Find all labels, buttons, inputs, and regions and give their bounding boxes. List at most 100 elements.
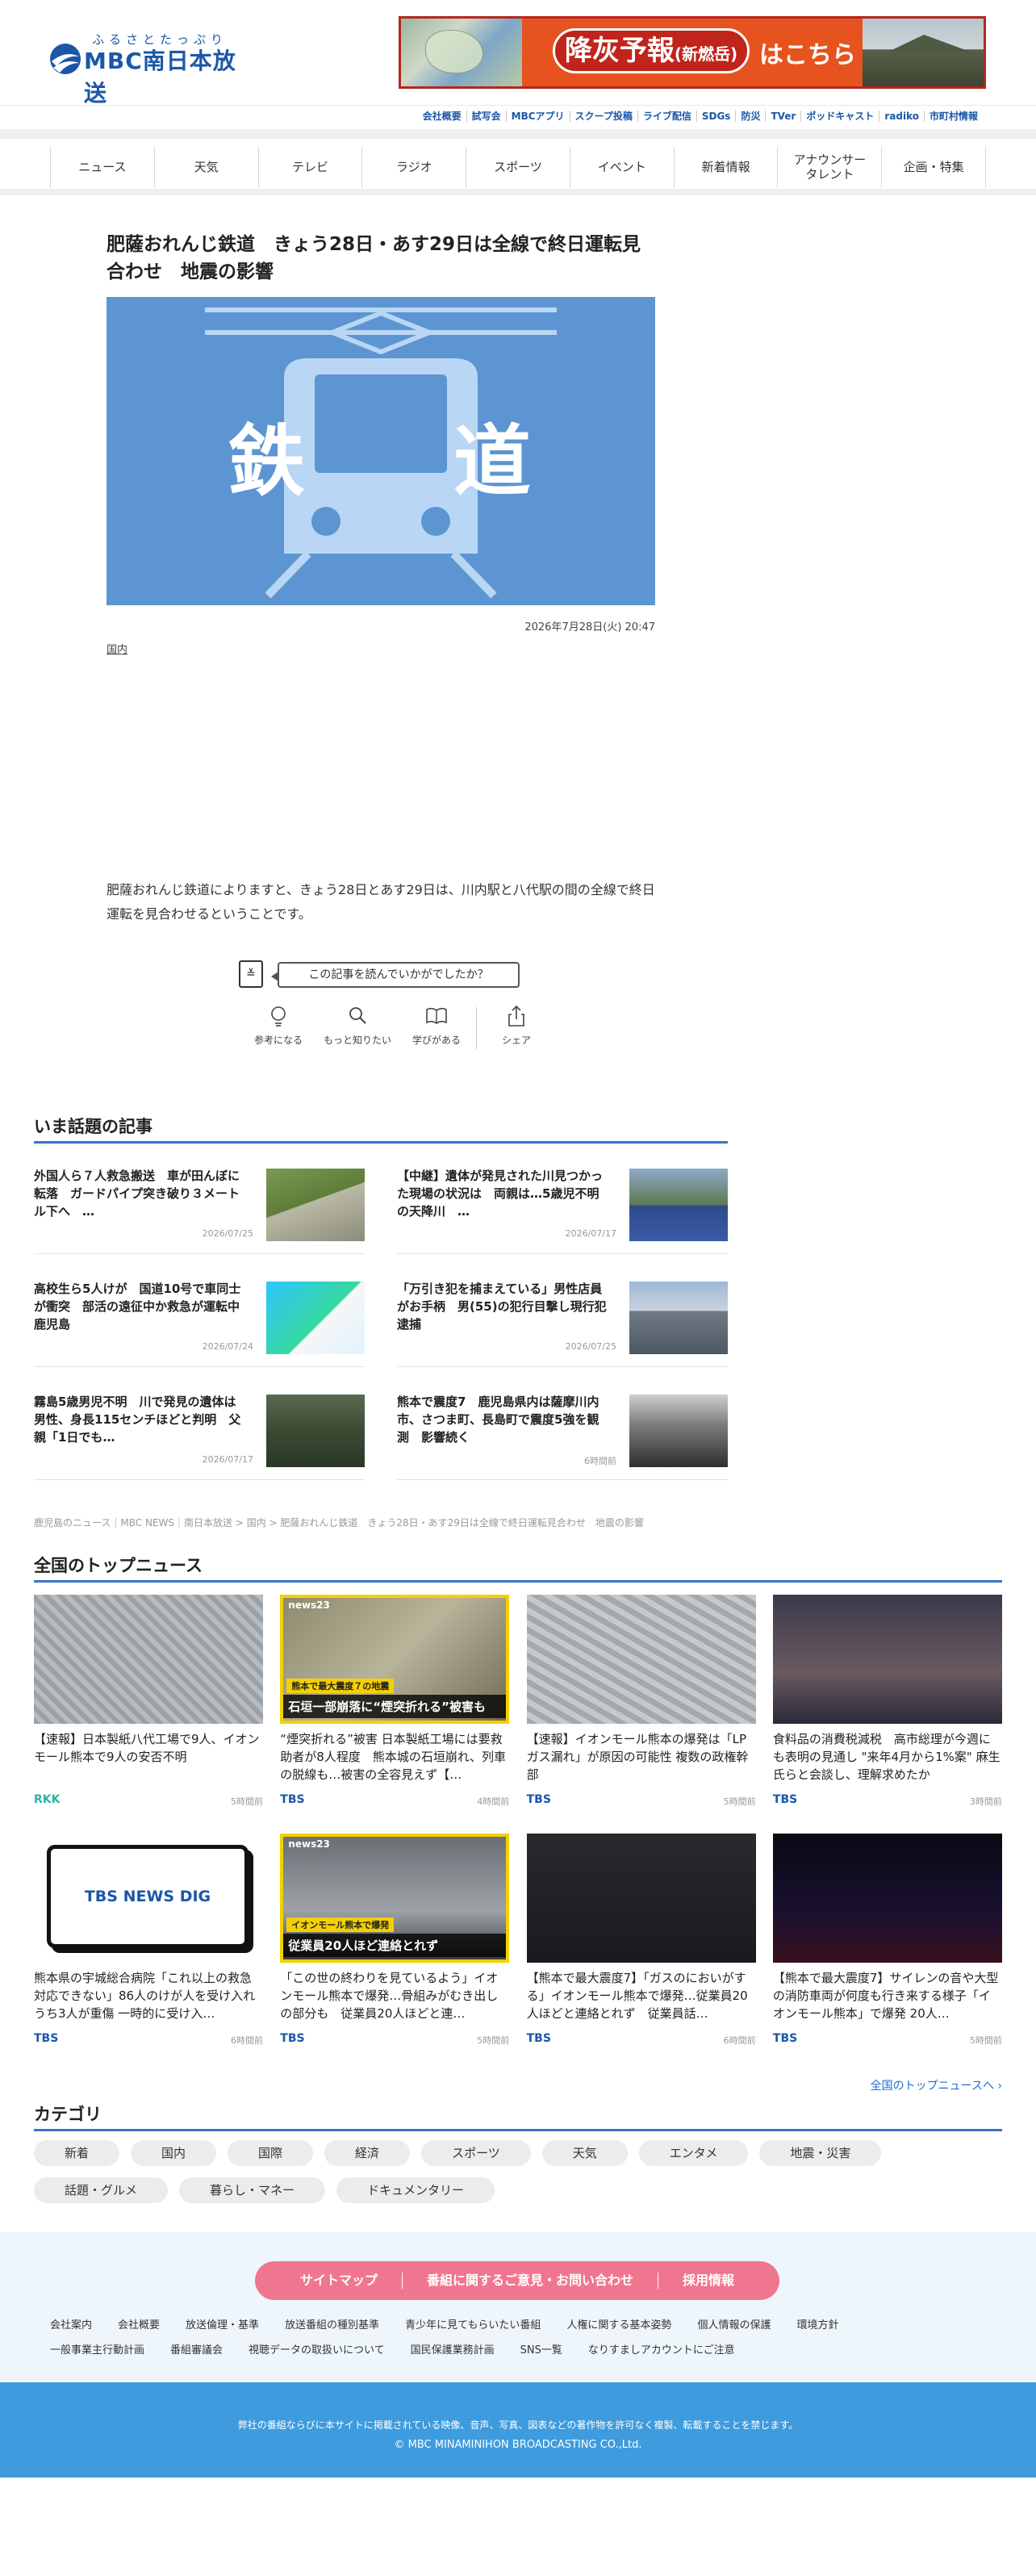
trending-item-date: 2026/07/17 <box>565 1228 616 1239</box>
news-thumb-badge: イオンモール熊本で爆発 <box>286 1917 395 1932</box>
global-nav-list: ニュース 天気 テレビ ラジオ スポーツ イベント 新着情報 アナウンサー タレント 企画・特集 <box>50 147 987 187</box>
footer-link[interactable]: なりすましアカウントにご注意 <box>588 2341 735 2356</box>
category-chip[interactable]: ドキュメンタリー <box>336 2177 495 2203</box>
footer-link[interactable]: SNS一覧 <box>520 2341 562 2356</box>
util-link[interactable]: 防災 <box>735 111 765 122</box>
footer-links-area: サイトマップ 番組に関するご意見・お問い合わせ 採用情報 会社案内 会社概要 放送倫理・… <box>0 2232 1036 2382</box>
util-link[interactable]: TVer <box>765 111 800 122</box>
news-thumb-badge: 熊本で最大震度７の地震 <box>286 1679 395 1693</box>
util-link[interactable]: 市町村情報 <box>923 111 983 122</box>
util-link[interactable]: 試写会 <box>466 111 506 122</box>
search-icon <box>349 1007 366 1024</box>
nav-item[interactable]: スポーツ <box>466 147 570 187</box>
util-link[interactable]: ライブ配信 <box>637 111 696 122</box>
topnews-title: 全国のトップニュース <box>34 1553 1002 1583</box>
footer-link[interactable]: 視聴データの取扱いについて <box>249 2341 385 2356</box>
article-title: 肥薩おれんじ鉄道 きょう28日・あす29日は全線で終日運転見合わせ 地震の影響 <box>107 234 641 282</box>
banner-volcano-photo <box>863 19 984 86</box>
footer-pill-link[interactable]: 番組に関するご意見・お問い合わせ <box>401 2273 658 2289</box>
nav-item[interactable]: アナウンサー タレント <box>777 147 881 187</box>
news-card-time: 5時間前 <box>723 1796 756 1807</box>
util-link[interactable]: ポッドキャスト <box>800 111 879 122</box>
category-chip[interactable]: 新着 <box>34 2140 120 2166</box>
nav-item[interactable]: テレビ <box>257 147 362 187</box>
news-card[interactable]: 【速報】イオンモール熊本の爆発は「LPガス漏れ」が原因の可能性 複数の政権幹部 T… <box>526 1595 756 1821</box>
utility-bar: 会社概要 試写会 MBCアプリ スクープ投稿 ライブ配信 SDGs 防災 TVer ポッドキャス… <box>0 105 1036 129</box>
footer-link[interactable]: 個人情報の保護 <box>697 2316 771 2331</box>
category-chip[interactable]: 暮らし・マネー <box>179 2177 326 2203</box>
trending-item-thumbnail <box>266 1395 365 1467</box>
article-date: 2026年7月28日(火) 20:47 <box>524 621 655 634</box>
share-button[interactable]: シェア <box>477 1004 556 1049</box>
banner-map-image <box>401 19 522 86</box>
footer-pill-link[interactable]: サイトマップ <box>276 2273 402 2289</box>
category-chip[interactable]: 国際 <box>228 2140 314 2166</box>
feedback-learn-button[interactable]: 学びがある <box>397 1004 476 1049</box>
nav-item[interactable]: ニュース <box>50 147 154 187</box>
news-card[interactable]: 【速報】日本製紙八代工場で9人、イオンモール熊本で9人の安否不明 RKK 5時間前 <box>34 1595 263 1821</box>
util-link[interactable]: radiko <box>879 111 924 122</box>
category-chip[interactable]: 天気 <box>541 2140 628 2166</box>
category-chip[interactable]: スポーツ <box>421 2140 531 2166</box>
footer-link[interactable]: 一般事業主行動計画 <box>50 2341 144 2356</box>
feedback-actions: 参考になる もっと知りたい 学びがある シェア <box>239 1004 556 1049</box>
news-card-source: RKK <box>34 1793 61 1806</box>
news-card-source: TBS <box>526 1793 551 1806</box>
copyright-text: © MBC MINAMINIHON BROADCASTING CO.,Ltd. <box>394 2439 642 2451</box>
news-card[interactable]: news23 イオンモール熊本で爆発 従業員20人ほど連絡とれず 「この世の終わりを見… <box>280 1834 510 2060</box>
nav-item[interactable]: 企画・特集 <box>881 147 987 187</box>
footer-link[interactable]: 放送倫理・基準 <box>186 2316 259 2331</box>
breadcrumb[interactable]: 鹿児島のニュース｜MBC NEWS｜南日本放送 > 国内 > 肥薩おれんじ鉄道 … <box>34 1516 644 1529</box>
trending-item[interactable]: 【中継】遺体が発見された川見つかった現場の状況は 両親は…5歳児不明の天降川 …… <box>397 1157 728 1254</box>
article-category-link[interactable]: 国内 <box>107 641 127 656</box>
nav-item[interactable]: 天気 <box>153 147 258 187</box>
util-link[interactable]: スクープ投稿 <box>569 111 637 122</box>
category-chips: 新着 国内 国際 経済 スポーツ 天気 エンタメ 地震・災害話題・グルメ 暮らし・マネー ドキュメ… <box>34 2140 1002 2214</box>
util-link[interactable]: SDGs <box>696 111 736 122</box>
footer-link[interactable]: 人権に関する基本姿勢 <box>566 2316 671 2331</box>
trending-item[interactable]: 霧島5歳男児不明 川で発見の遺体は男性、身長115センチほどと判明 父親「1日で… <box>34 1383 365 1480</box>
util-link[interactable]: 会社概要 <box>418 111 466 122</box>
footer-link[interactable]: 国民保護業務計画 <box>411 2341 495 2356</box>
news-card[interactable]: news23 熊本で最大震度７の地震 石垣一部崩落に“煙突折れる”被害も “煙突折れる… <box>280 1595 510 1821</box>
trending-item[interactable]: 外国人ら７人救急搬送 車が田んぼに転落 ガードパイプ突き破り３メートル下へ … 2… <box>34 1157 365 1254</box>
footer-link[interactable]: 青少年に見てもらいたい番組 <box>405 2316 541 2331</box>
nav-item[interactable]: 新着情報 <box>673 147 778 187</box>
footer-link[interactable]: 放送番組の種別基準 <box>285 2316 379 2331</box>
divider-band <box>0 129 1036 139</box>
trending-item[interactable]: 「万引き犯を捕まえている」男性店員がお手柄 男(55)の犯行目撃し現行犯逮捕 20… <box>397 1270 728 1367</box>
news23-label: news23 <box>288 1838 330 1850</box>
nav-item[interactable]: イベント <box>569 147 674 187</box>
trending-item-title: 熊本で震度7 鹿児島県内は薩摩川内市、さつま町、長島町で震度5強を観測 影響続く <box>397 1395 599 1445</box>
tbs-news-dig-logo: TBS NEWS DIG <box>47 1845 249 1948</box>
nav-item-label: テレビ <box>291 160 328 174</box>
category-chip[interactable]: 経済 <box>324 2140 411 2166</box>
feedback-more-button[interactable]: もっと知りたい <box>318 1004 397 1049</box>
site-logo[interactable]: ふるさとたっぷり MBC南日本放送 <box>48 31 258 107</box>
topnews-more-link[interactable]: 全国のトップニュースへ › <box>871 2077 1002 2093</box>
trending-item[interactable]: 熊本で震度7 鹿児島県内は薩摩川内市、さつま町、長島町で震度5強を観測 影響続く… <box>397 1383 728 1480</box>
footer-link[interactable]: 番組審議会 <box>170 2341 223 2356</box>
news-card-time: 6時間前 <box>723 2035 756 2046</box>
news-card-thumbnail <box>772 1595 1002 1724</box>
trending-title: いま話題の記事 <box>34 1114 728 1144</box>
category-chip[interactable]: 話題・グルメ <box>34 2177 169 2203</box>
footer-link[interactable]: 会社案内 <box>50 2316 92 2331</box>
footer-pill-link[interactable]: 採用情報 <box>658 2273 758 2289</box>
category-chip[interactable]: 地震・災害 <box>759 2140 882 2166</box>
news-card[interactable]: 【熊本で最大震度7】「ガスのにおいがする」イオンモール熊本で爆発…従業員20人ほ… <box>526 1834 756 2060</box>
footer-link[interactable]: 環境方針 <box>796 2316 838 2331</box>
category-chip[interactable]: エンタメ <box>638 2140 749 2166</box>
feedback-useful-button[interactable]: 参考になる <box>239 1004 318 1049</box>
util-link[interactable]: MBCアプリ <box>505 111 570 122</box>
news-card[interactable]: 【熊本で最大震度7】サイレンの音や大型の消防車両が何度も行き来する様子「イオンモ… <box>772 1834 1002 2060</box>
ash-forecast-banner[interactable]: 降灰予報(新燃岳) はこちら <box>399 16 986 89</box>
category-chip[interactable]: 国内 <box>131 2140 217 2166</box>
news-card[interactable]: 食料品の消費税減税 高市総理が今週にも表明の見通し "来年4月から1%案" 麻生… <box>772 1595 1002 1821</box>
trending-item[interactable]: 高校生ら5人けが 国道10号で車同士が衝突 部活の遠征中か救急が運転中 鹿児島 2… <box>34 1270 365 1367</box>
share-icon <box>508 1005 524 1027</box>
nav-item[interactable]: ラジオ <box>361 147 466 187</box>
footer-link[interactable]: 会社概要 <box>118 2316 160 2331</box>
news-card[interactable]: TBS NEWS DIG 熊本県の宇城総合病院「これ以上の救急対応できない」86人… <box>34 1834 263 2060</box>
feedback-box: ≚ この記事を読んでいかがでしたか？ 参考になる もっと知りたい 学びがある シ… <box>239 959 562 1056</box>
